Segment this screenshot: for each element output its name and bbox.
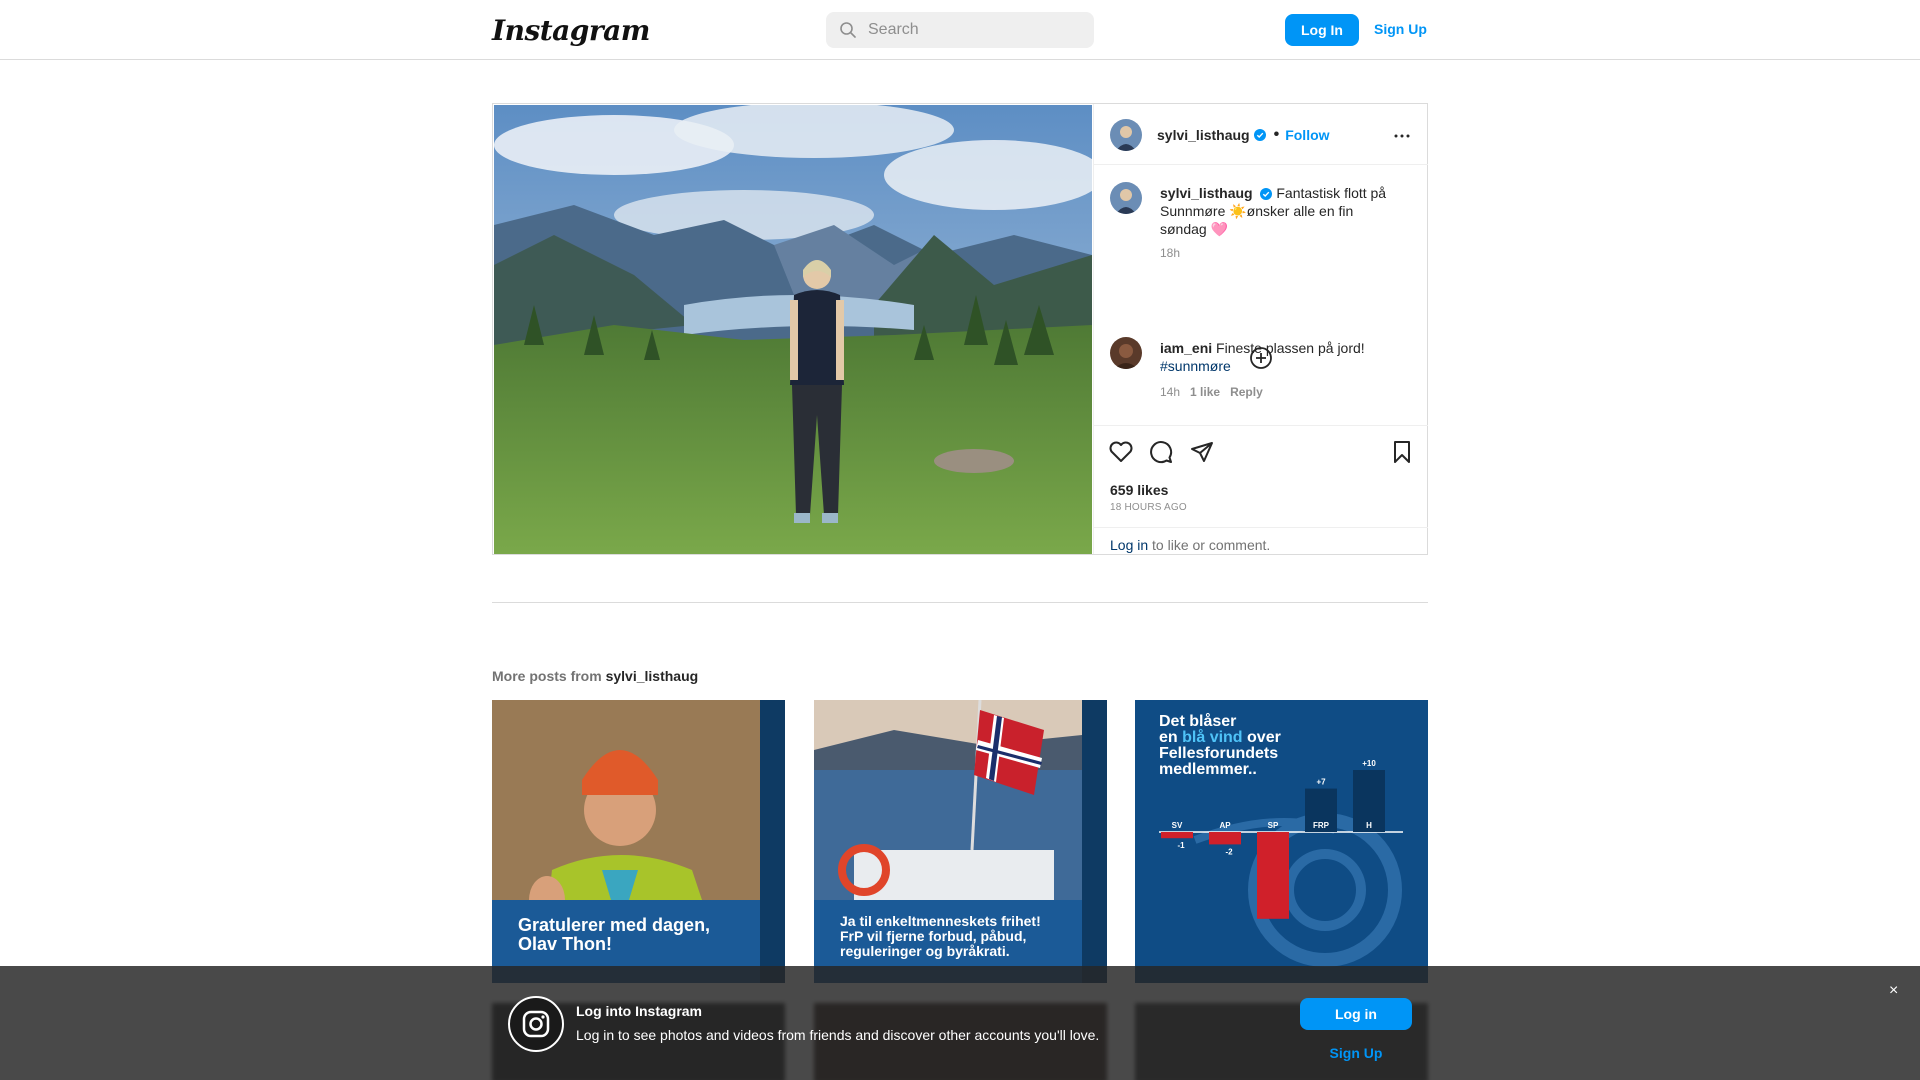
author-name-row: sylvi_listhaug • Follow xyxy=(1157,126,1330,144)
caption-timestamp[interactable]: 18h xyxy=(1160,246,1180,260)
bar-sv xyxy=(1161,832,1193,839)
caption-avatar[interactable] xyxy=(1110,182,1142,214)
instagram-logo[interactable]: Instagram xyxy=(492,14,650,47)
login-rest-text: to like or comment. xyxy=(1148,537,1271,553)
commenter-username[interactable]: iam_eni xyxy=(1160,340,1212,356)
post-timestamp[interactable]: 18 HOURS AGO xyxy=(1110,502,1187,513)
post-actions: 659 likes 18 HOURS AGO Log in to like or… xyxy=(1094,425,1428,554)
author-username[interactable]: sylvi_listhaug xyxy=(1157,127,1250,143)
category-label-frp: +7 xyxy=(1316,778,1326,787)
verified-badge-icon xyxy=(1260,188,1273,200)
search-input[interactable] xyxy=(868,12,1078,48)
top-navigation: Instagram Log In Sign Up xyxy=(0,0,1920,60)
search-bar[interactable] xyxy=(826,12,1094,48)
comment-body: Fineste plassen på jord! xyxy=(1216,340,1365,356)
comment-bubble-icon[interactable] xyxy=(1149,440,1173,464)
chart-title: Det blåser en blå vind over Fellesforund… xyxy=(1159,714,1319,778)
title-highlight: blå vind xyxy=(1182,729,1243,746)
bar-sp xyxy=(1257,832,1289,919)
comment-text: iam_eni Fineste plassen på jord! #sunnmø… xyxy=(1160,339,1400,375)
banner-login-button[interactable]: Log in xyxy=(1300,998,1412,1030)
chart-title-line-1: Det blåser xyxy=(1159,713,1237,730)
title-text: en xyxy=(1159,729,1183,746)
post-header: sylvi_listhaug • Follow xyxy=(1094,104,1428,165)
login-button[interactable]: Log In xyxy=(1285,14,1359,46)
share-send-icon[interactable] xyxy=(1190,440,1214,464)
login-link[interactable]: Log in xyxy=(1110,537,1148,553)
category-label-sv: SV xyxy=(1172,821,1183,830)
login-to-comment: Log in to like or comment. xyxy=(1094,527,1428,562)
post-thumbnail-3[interactable]: SV -1 AP -2 SP +7 FRP +10 H Det blåser en blå vi… xyxy=(1135,700,1428,983)
comment-hashtag-link[interactable]: #sunnmøre xyxy=(1160,358,1231,374)
login-banner: Log into Instagram Log in to see photos … xyxy=(0,966,1920,1080)
more-posts-prefix: More posts from xyxy=(492,668,606,684)
post-card: sylvi_listhaug • Follow sylvi_listhaug F… xyxy=(492,103,1428,555)
post-photo[interactable] xyxy=(494,105,1092,554)
category-label-h: H xyxy=(1366,821,1372,830)
category-label-ap: AP xyxy=(1219,821,1231,830)
follow-button[interactable]: Follow xyxy=(1285,127,1329,143)
post-thumbnail-2[interactable]: Ja til enkeltmenneskets frihet! FrP vil … xyxy=(814,700,1107,983)
separator-dot: • xyxy=(1273,126,1280,143)
category-label-sp: SP xyxy=(1268,821,1279,830)
banner-signup-link[interactable]: Sign Up xyxy=(1300,1045,1412,1061)
verified-badge-icon xyxy=(1253,129,1266,141)
chart-title-line-4: medlemmer.. xyxy=(1159,761,1257,778)
category-label-h: +10 xyxy=(1362,759,1376,768)
commenter-avatar[interactable] xyxy=(1110,337,1142,369)
data-label-ap: -2 xyxy=(1225,847,1233,856)
chart-title-line-2: en blå vind over xyxy=(1159,730,1319,746)
bar-ap xyxy=(1209,832,1241,845)
thumbnail-caption: Ja til enkeltmenneskets frihet! FrP vil … xyxy=(840,913,1041,959)
comment-meta: 14h 1 like Reply xyxy=(1160,385,1263,399)
chart-title-line-3: Fellesforundets xyxy=(1159,745,1279,762)
caption-text: sylvi_listhaug Fantastisk flott på Sunnm… xyxy=(1160,184,1400,238)
banner-description: Log in to see photos and videos from fri… xyxy=(576,1027,1100,1043)
comment-timestamp[interactable]: 14h xyxy=(1160,385,1180,399)
comment-reply-button[interactable]: Reply xyxy=(1230,385,1263,399)
close-icon[interactable]: × xyxy=(1889,982,1898,1000)
author-avatar[interactable] xyxy=(1110,119,1142,151)
more-posts-heading: More posts from sylvi_listhaug xyxy=(492,668,698,684)
like-heart-icon[interactable] xyxy=(1108,440,1134,464)
category-label-frp: FRP xyxy=(1313,821,1330,830)
post-thumbnail-1[interactable]: Gratulerer med dagen, Olav Thon! xyxy=(492,700,785,983)
data-label-sv: -1 xyxy=(1177,841,1185,850)
title-text: over xyxy=(1242,729,1281,746)
post-sidebar: sylvi_listhaug • Follow sylvi_listhaug F… xyxy=(1093,104,1428,554)
caption-username[interactable]: sylvi_listhaug xyxy=(1160,185,1253,201)
signup-link[interactable]: Sign Up xyxy=(1374,21,1427,37)
more-options-icon[interactable] xyxy=(1390,124,1414,148)
thumbnail-caption: Gratulerer med dagen, Olav Thon! xyxy=(518,915,711,954)
save-bookmark-icon[interactable] xyxy=(1390,440,1414,464)
more-posts-username[interactable]: sylvi_listhaug xyxy=(606,668,699,684)
banner-title: Log into Instagram xyxy=(576,1003,702,1019)
comment-likes[interactable]: 1 like xyxy=(1190,385,1220,399)
search-icon xyxy=(840,22,856,38)
instagram-camera-icon xyxy=(508,996,564,1052)
likes-count[interactable]: 659 likes xyxy=(1110,482,1168,498)
section-divider xyxy=(492,602,1428,603)
